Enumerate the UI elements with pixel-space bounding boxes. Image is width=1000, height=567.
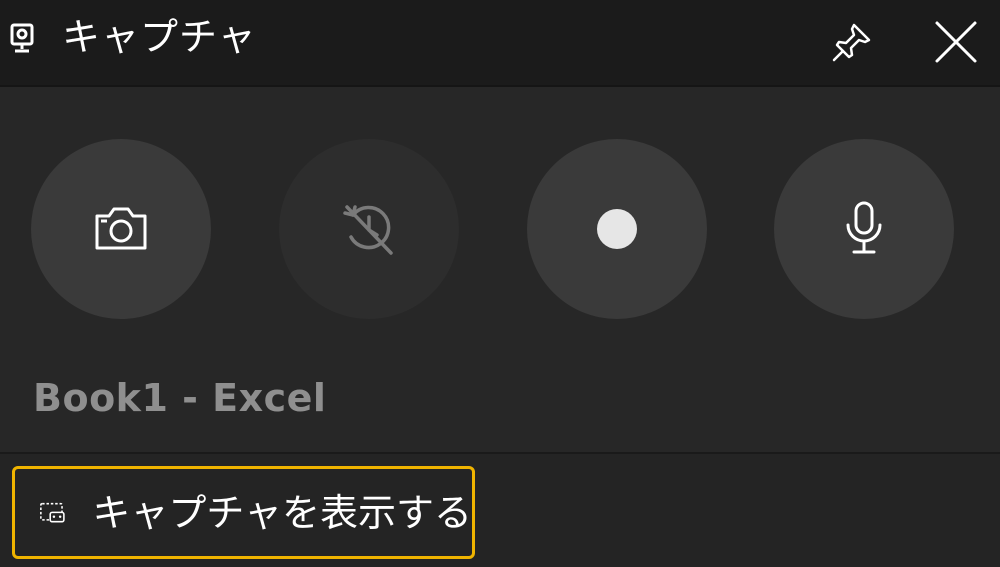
record-last-disabled-icon (343, 205, 393, 255)
pin-button[interactable] (826, 16, 878, 68)
captured-app-name: Book1 - Excel (33, 376, 327, 420)
pin-icon (832, 23, 871, 62)
widget-footer: キャプチャを表示する (0, 452, 1000, 567)
camera-icon (95, 207, 147, 250)
widget-title: キャプチャ (62, 15, 257, 59)
microphone-button[interactable] (774, 139, 954, 319)
capture-widget-icon (10, 23, 34, 53)
widget-titlebar: キャプチャ (0, 0, 1000, 87)
close-icon (935, 21, 977, 63)
close-button[interactable] (928, 14, 984, 70)
record-dot-icon (597, 209, 637, 249)
capture-controls: Book1 - Excel (0, 87, 1000, 450)
microphone-icon (846, 201, 882, 254)
show-captures-button[interactable]: キャプチャを表示する (12, 466, 475, 559)
record-last-button[interactable] (279, 139, 459, 319)
start-recording-button[interactable] (527, 139, 707, 319)
gallery-icon (40, 502, 65, 522)
show-captures-label: キャプチャを表示する (92, 490, 472, 535)
take-screenshot-button[interactable] (31, 139, 211, 319)
capture-widget: キャプチャ Book1 - Excel キャプチャを表示する (0, 0, 1000, 567)
